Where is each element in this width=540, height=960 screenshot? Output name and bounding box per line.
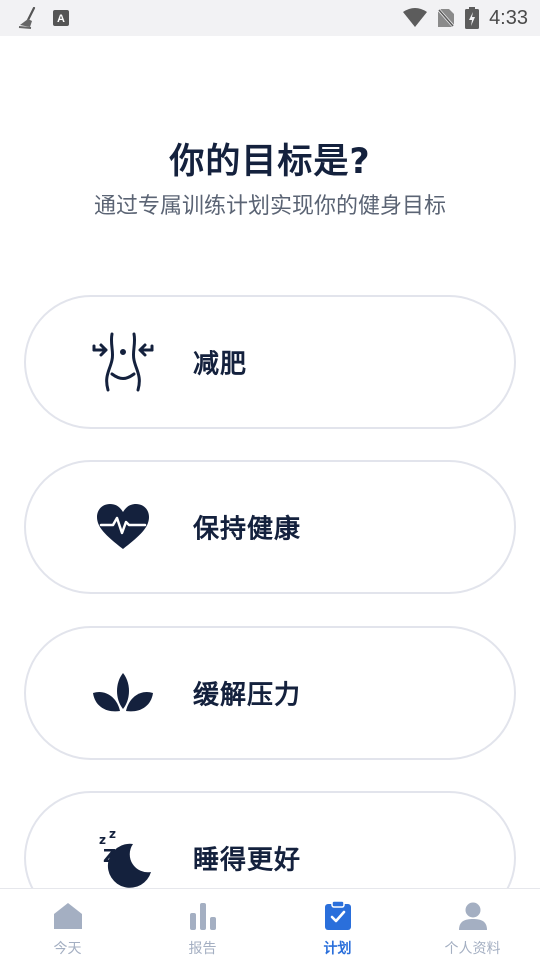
page-title: 你的目标是?	[169, 142, 371, 182]
bar-chart-icon	[186, 899, 220, 933]
nav-label-profile: 个人资料	[444, 941, 501, 957]
nav-item-plan[interactable]: 计划	[270, 889, 405, 960]
nav-label-today: 今天	[53, 941, 82, 957]
nav-label-report: 报告	[188, 941, 217, 957]
status-time: 4:33	[489, 6, 528, 29]
svg-text:z: z	[99, 833, 106, 847]
waist-slim-icon	[88, 327, 158, 397]
page-subtitle: 通过专属训练计划实现你的健身目标	[93, 194, 446, 219]
nav-item-today[interactable]: 今天	[0, 889, 135, 960]
goal-label: 睡得更好	[193, 845, 302, 876]
status-bar: A 4:33	[0, 0, 540, 36]
moon-sleep-icon: z z Z	[88, 823, 158, 893]
battery-charging-icon	[465, 7, 480, 29]
nav-item-profile[interactable]: 个人资料	[405, 889, 540, 960]
no-sim-icon	[437, 8, 456, 28]
lotus-icon	[88, 658, 158, 728]
heart-pulse-icon	[88, 492, 158, 562]
a-keyboard-icon: A	[52, 9, 70, 27]
svg-text:A: A	[57, 13, 65, 25]
goal-option-lose-weight[interactable]: 减肥	[24, 295, 516, 429]
home-icon	[51, 899, 85, 933]
goal-option-relieve-stress[interactable]: 缓解压力	[24, 626, 516, 760]
svg-text:z: z	[109, 827, 116, 841]
nav-label-plan: 计划	[323, 941, 352, 957]
goal-label: 缓解压力	[193, 680, 302, 711]
clipboard-check-icon	[321, 899, 355, 933]
bottom-nav: 今天 报告 计划 个人资料	[0, 888, 540, 960]
goal-label: 减肥	[193, 349, 248, 380]
goal-label: 保持健康	[193, 514, 302, 545]
status-right: 4:33	[403, 7, 528, 30]
status-left: A	[16, 7, 70, 29]
svg-text:Z: Z	[103, 846, 116, 867]
wifi-icon	[403, 8, 428, 28]
goal-option-stay-healthy[interactable]: 保持健康	[24, 460, 516, 594]
broom-icon	[16, 7, 40, 29]
nav-item-report[interactable]: 报告	[135, 889, 270, 960]
user-icon	[456, 899, 490, 933]
